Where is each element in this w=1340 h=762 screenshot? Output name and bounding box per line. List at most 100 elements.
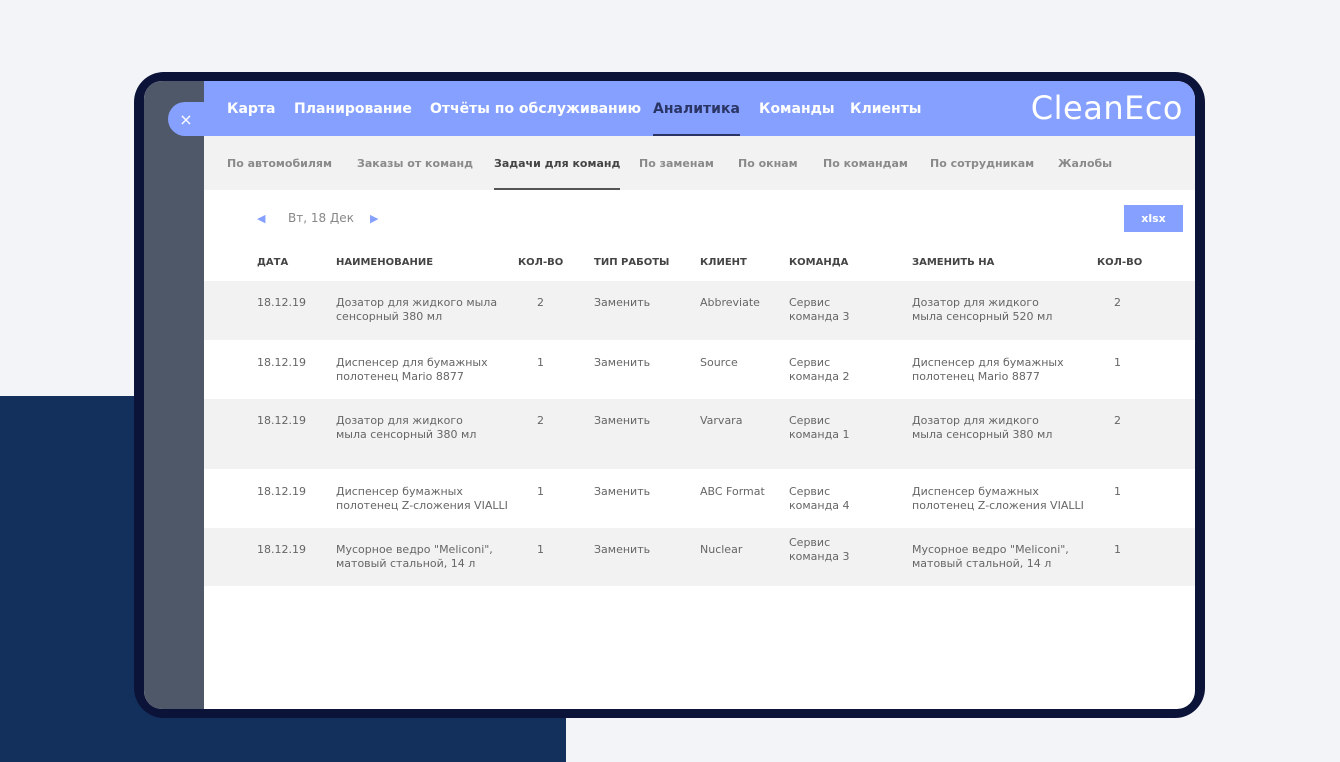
cell-rep: Диспенсер для бумажных полотенец Mario 88… — [912, 356, 1064, 384]
col-qty: КОЛ-ВО — [518, 257, 564, 268]
cell-line: Сервис — [789, 414, 831, 427]
cell-name: Дозатор для жидкого мыла сенсорный 380 мл — [336, 414, 476, 442]
cell-qty2: 1 — [1114, 543, 1121, 556]
cell-client: Varvara — [700, 414, 743, 427]
cell-line: Диспенсер бумажных — [336, 485, 463, 498]
cell-line: Дозатор для жидкого — [912, 414, 1039, 427]
cell-line: полотенец Mario 8877 — [336, 370, 464, 383]
col-qty2: КОЛ-ВО — [1097, 257, 1143, 268]
cell-client: ABC Format — [700, 485, 765, 498]
tab-by-teams[interactable]: По командам — [823, 136, 908, 190]
cell-line: Диспенсер для бумажных — [912, 356, 1064, 369]
tab-by-windows[interactable]: По окнам — [738, 136, 798, 190]
col-date: ДАТА — [257, 257, 289, 268]
cell-line: команда 3 — [789, 310, 850, 323]
cell-qty2: 1 — [1114, 485, 1121, 498]
cell-line: полотенец Mario 8877 — [912, 370, 1040, 383]
cell-line: команда 4 — [789, 499, 850, 512]
cell-type: Заменить — [594, 356, 651, 369]
cell-line: полотенец Z-сложения VIALLI — [336, 499, 508, 512]
tab-complaints[interactable]: Жалобы — [1058, 136, 1112, 190]
cell-line: Сервис — [789, 356, 831, 369]
cell-line: Мусорное ведро "Meliconi", — [336, 543, 493, 556]
cell-date: 18.12.19 — [257, 485, 306, 498]
cell-qty2: 2 — [1114, 414, 1121, 427]
sidebar — [144, 81, 204, 709]
table-row[interactable]: 18.12.19 Мусорное ведро "Meliconi", матовы… — [204, 528, 1195, 586]
cell-type: Заменить — [594, 485, 651, 498]
cell-type: Заменить — [594, 296, 651, 309]
nav-clients[interactable]: Клиенты — [850, 81, 921, 136]
cell-line: Дозатор для жидкого — [336, 414, 463, 427]
tab-by-replacements[interactable]: По заменам — [639, 136, 714, 190]
cell-line: матовый стальной, 14 л — [336, 557, 476, 570]
cell-line: мыла сенсорный 380 мл — [336, 428, 477, 441]
cell-team: Сервис команда 3 — [789, 536, 849, 564]
cell-type: Заменить — [594, 414, 651, 427]
cell-rep: Диспенсер бумажных полотенец Z-сложения V… — [912, 485, 1084, 513]
logo: CleanEco — [1030, 89, 1183, 127]
table-row[interactable]: 18.12.19 Дозатор для жидкого мыла сенсорны… — [204, 399, 1195, 469]
prev-day-icon[interactable]: ◀ — [257, 212, 265, 225]
cell-qty: 1 — [537, 543, 544, 556]
cell-qty2: 2 — [1114, 296, 1121, 309]
col-work-type: ТИП РАБОТЫ — [594, 257, 670, 268]
cell-date: 18.12.19 — [257, 543, 306, 556]
col-team: КОМАНДА — [789, 257, 849, 268]
cell-date: 18.12.19 — [257, 296, 306, 309]
nav-service-reports[interactable]: Отчёты по обслуживанию — [430, 81, 641, 136]
cell-line: Дозатор для жидкого мыла — [336, 296, 498, 309]
col-name: НАИМЕНОВАНИЕ — [336, 257, 434, 268]
table-row[interactable]: 18.12.19 Дозатор для жидкого мыла сенсорны… — [204, 281, 1195, 340]
cell-name: Дозатор для жидкого мыла сенсорный 380 мл — [336, 296, 497, 324]
col-client: КЛИЕНТ — [700, 257, 747, 268]
nav-teams[interactable]: Команды — [759, 81, 835, 136]
cell-line: матовый стальной, 14 л — [912, 557, 1052, 570]
sub-nav: По автомобилям Заказы от команд Задачи д… — [204, 136, 1195, 190]
nav-planning[interactable]: Планирование — [294, 81, 412, 136]
cell-date: 18.12.19 — [257, 356, 306, 369]
cell-line: Сервис — [789, 536, 831, 549]
cell-line: сенсорный 380 мл — [336, 310, 443, 323]
cell-type: Заменить — [594, 543, 651, 556]
app-screen: Карта Планирование Отчёты по обслуживани… — [144, 81, 1195, 709]
cell-rep: Дозатор для жидкого мыла сенсорный 520 мл — [912, 296, 1052, 324]
tab-by-vehicles[interactable]: По автомобилям — [227, 136, 332, 190]
cell-line: мыла сенсорный 380 мл — [912, 428, 1053, 441]
tab-team-orders[interactable]: Заказы от команд — [357, 136, 473, 190]
cell-client: Abbreviate — [700, 296, 760, 309]
close-icon: × — [179, 109, 193, 129]
cell-name: Диспенсер бумажных полотенец Z-сложения V… — [336, 485, 508, 513]
current-date: Вт, 18 Дек — [288, 211, 354, 225]
cell-rep: Мусорное ведро "Meliconi", матовый стальн… — [912, 543, 1069, 571]
cell-client: Nuclear — [700, 543, 743, 556]
cell-qty: 1 — [537, 356, 544, 369]
cell-name: Мусорное ведро "Meliconi", матовый стальн… — [336, 543, 493, 571]
cell-team: Сервис команда 2 — [789, 356, 849, 384]
table-row[interactable]: 18.12.19 Диспенсер бумажных полотенец Z-сл… — [204, 470, 1195, 527]
top-nav: Карта Планирование Отчёты по обслуживани… — [204, 81, 1195, 136]
nav-analytics[interactable]: Аналитика — [653, 81, 740, 136]
col-replace-with: ЗАМЕНИТЬ НА — [912, 257, 995, 268]
tab-by-employees[interactable]: По сотрудникам — [930, 136, 1034, 190]
cell-line: Дозатор для жидкого — [912, 296, 1039, 309]
cell-team: Сервис команда 3 — [789, 296, 849, 324]
nav-map[interactable]: Карта — [227, 81, 275, 136]
cell-line: команда 1 — [789, 428, 850, 441]
cell-line: команда 3 — [789, 550, 850, 563]
cell-line: мыла сенсорный 520 мл — [912, 310, 1053, 323]
close-button[interactable]: × — [168, 102, 208, 136]
cell-line: полотенец Z-сложения VIALLI — [912, 499, 1084, 512]
cell-qty2: 1 — [1114, 356, 1121, 369]
table-row[interactable]: 18.12.19 Диспенсер для бумажных полотенец … — [204, 341, 1195, 398]
cell-qty: 2 — [537, 414, 544, 427]
cell-line: Сервис — [789, 296, 831, 309]
next-day-icon[interactable]: ▶ — [370, 212, 378, 225]
cell-team: Сервис команда 1 — [789, 414, 849, 442]
cell-line: Сервис — [789, 485, 831, 498]
export-xlsx-button[interactable]: xlsx — [1124, 205, 1183, 232]
cell-line: команда 2 — [789, 370, 850, 383]
tab-team-tasks[interactable]: Задачи для команд — [494, 136, 621, 190]
cell-line: Мусорное ведро "Meliconi", — [912, 543, 1069, 556]
cell-line: Диспенсер бумажных — [912, 485, 1039, 498]
